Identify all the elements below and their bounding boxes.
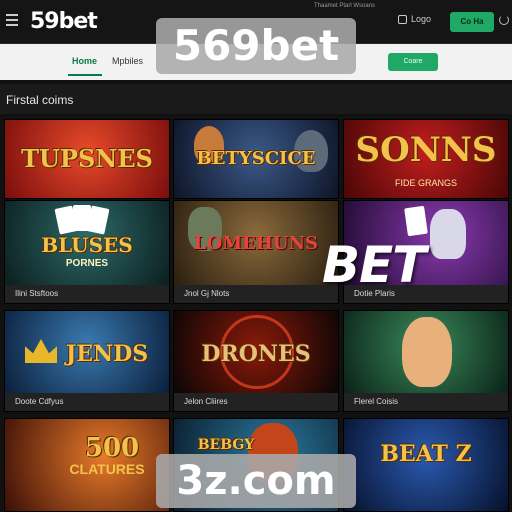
- game-title: TUPSNES: [21, 144, 153, 173]
- game-tile[interactable]: LOMEHUNS Jnol Gj Nlots: [173, 200, 339, 304]
- game-caption: Flerel Coisis: [344, 393, 508, 411]
- user-icon: [398, 14, 407, 24]
- game-tile[interactable]: TUPSNES: [4, 119, 170, 199]
- game-tile[interactable]: BEAT Z: [343, 418, 509, 512]
- game-caption: Jelon Cliires: [174, 393, 338, 411]
- game-title: BLUSES: [41, 233, 133, 257]
- section-title: Firstal coims: [6, 93, 74, 107]
- game-title: BEBGY: [197, 437, 255, 453]
- game-tile[interactable]: SONNS FIDE GRANGS: [343, 119, 509, 199]
- watermark-bottom: 3z.com: [156, 454, 356, 508]
- character-icon: [402, 317, 452, 387]
- menu-icon[interactable]: [6, 14, 18, 26]
- tab-home[interactable]: Home: [72, 56, 97, 66]
- game-subtitle: FIDE GRANGS: [394, 178, 457, 188]
- login-label: Logo: [411, 14, 432, 24]
- tab-mobiles[interactable]: Mpbiles: [112, 56, 143, 66]
- game-tile[interactable]: BLUSES PORNES Ilini Stsftoos: [4, 200, 170, 304]
- game-tile[interactable]: Flerel Coisis: [343, 310, 509, 412]
- game-tile[interactable]: BETYSCICE: [173, 119, 339, 199]
- watermark-bet: BET: [322, 236, 426, 294]
- subnav-cta-button[interactable]: Coare: [388, 53, 438, 71]
- game-title: BETYSCICE: [196, 148, 316, 169]
- game-title: JENDS: [65, 341, 149, 367]
- playing-card-icon: [404, 205, 428, 237]
- game-title: LOMEHUNS: [193, 233, 319, 254]
- active-tab-indicator: [68, 74, 102, 76]
- game-tile[interactable]: 500 CLATURES: [4, 418, 170, 512]
- refresh-icon[interactable]: [499, 15, 509, 25]
- game-caption: Ilini Stsftoos: [5, 285, 169, 303]
- game-tile[interactable]: DRONES Jelon Cliires: [173, 310, 339, 412]
- game-tile[interactable]: JENDS Doote Cdfyus: [4, 310, 170, 412]
- character-icon: [430, 209, 466, 259]
- section-header: Firstal coims: [0, 84, 512, 114]
- game-title: 500: [84, 433, 140, 463]
- login-link[interactable]: Logo: [398, 14, 431, 24]
- top-note: Thaamet Ptarl Wsoans: [314, 3, 376, 9]
- site-logo[interactable]: 59bet: [30, 9, 98, 34]
- game-title: SONNS: [355, 130, 497, 170]
- game-caption: Jnol Gj Nlots: [174, 285, 338, 303]
- watermark-top: 569bet: [156, 18, 356, 74]
- game-subtitle: CLATURES: [69, 461, 145, 477]
- game-subtitle: PORNES: [65, 258, 109, 269]
- signup-button[interactable]: Co Ha: [450, 12, 494, 32]
- game-caption: Doote Cdfyus: [5, 393, 169, 411]
- game-title: DRONES: [201, 341, 311, 367]
- game-title: BEAT Z: [380, 441, 472, 467]
